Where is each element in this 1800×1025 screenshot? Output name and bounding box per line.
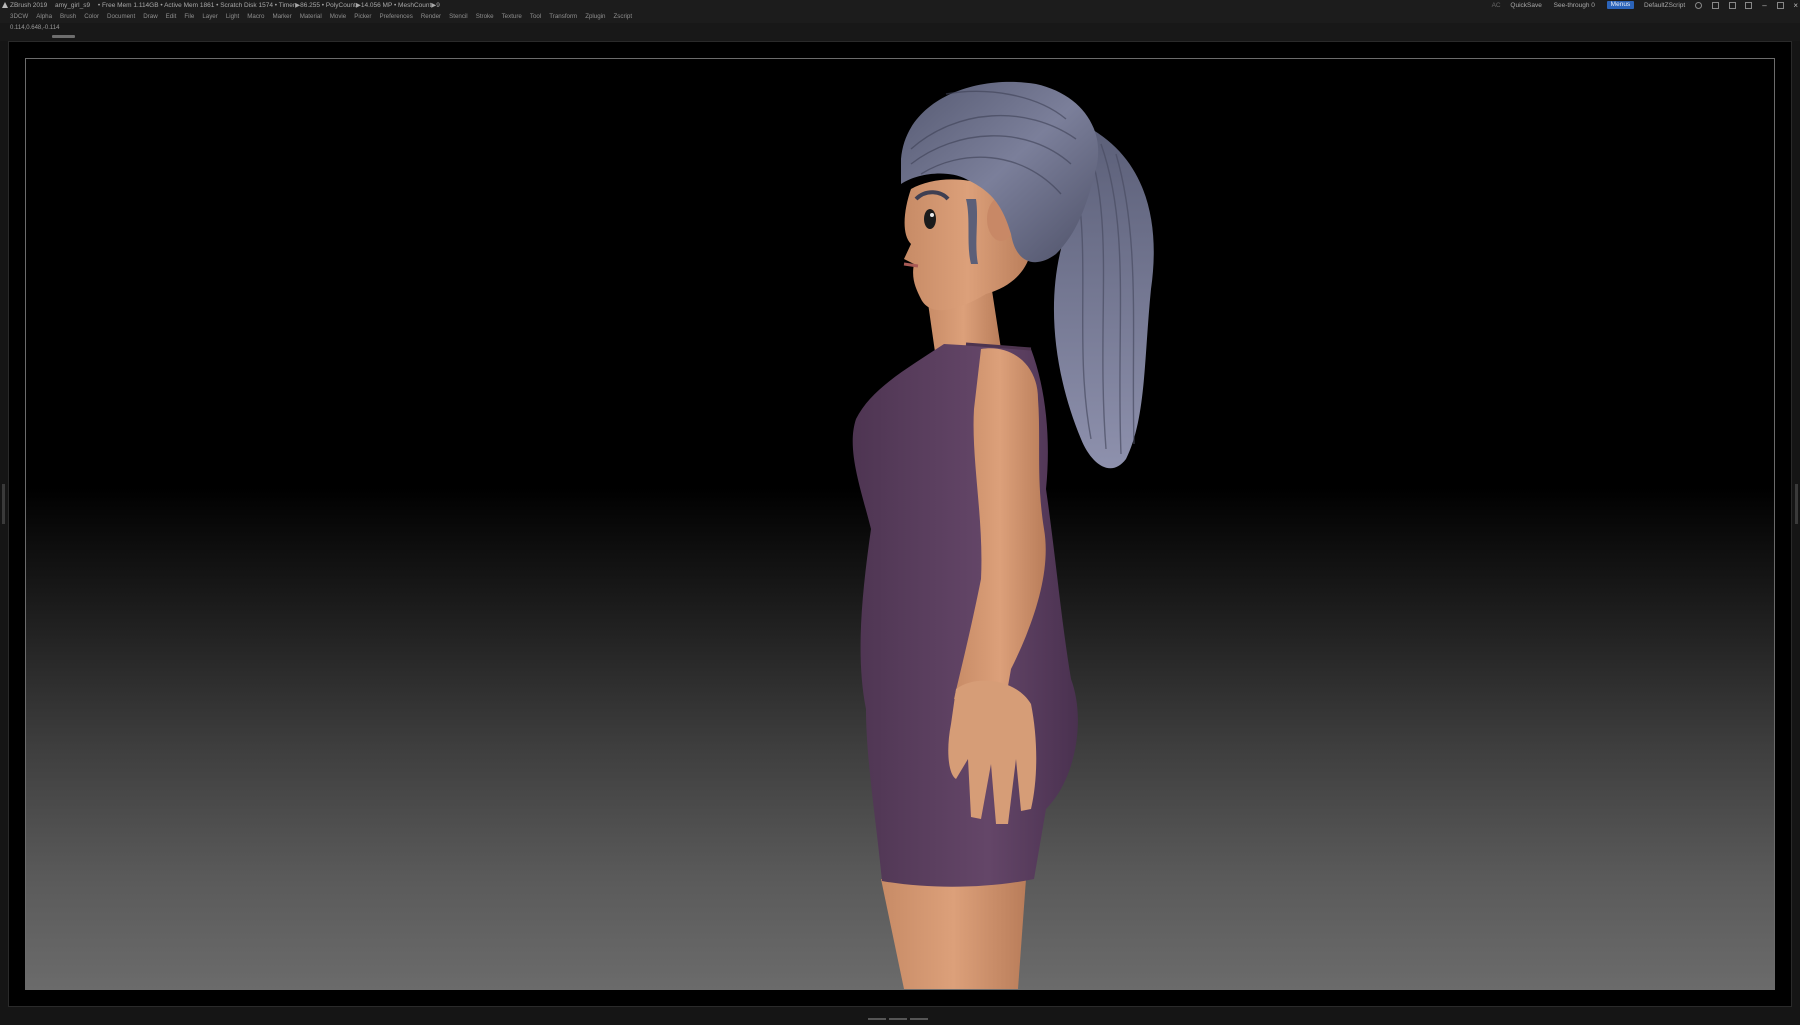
menu-picker[interactable]: Picker [354,13,371,20]
lips [903,262,919,268]
maximize-icon[interactable] [1776,2,1784,9]
menu-3dcw[interactable]: 3DCW [10,13,28,20]
menu-preferences[interactable]: Preferences [379,13,412,20]
lock-icon[interactable] [1745,2,1753,9]
eye [924,209,936,229]
bottom-tray-handle[interactable] [868,1007,932,1020]
menu-zplugin[interactable]: Zplugin [585,13,605,20]
title-bar: ZBrush 2019 amy_girl_s9 • Free Mem 1.114… [0,0,1800,11]
palette-icon[interactable] [1728,2,1736,9]
menu-macro[interactable]: Macro [247,13,264,20]
document-name: amy_girl_s9 [55,2,91,9]
app-logo: ZBrush 2019 [2,2,47,9]
menu-edit[interactable]: Edit [166,13,177,20]
menu-bar: 3DCW Alpha Brush Color Document Draw Edit File L… [0,11,1800,23]
help-icon[interactable] [1695,2,1702,9]
menu-file[interactable]: File [184,13,194,20]
menu-stencil[interactable]: Stencil [449,13,468,20]
ac-toggle[interactable]: AC [1492,0,1501,11]
right-tray-handle[interactable] [1795,484,1798,524]
left-tray-handle[interactable] [2,484,5,524]
menu-texture[interactable]: Texture [502,13,522,20]
menu-document[interactable]: Document [107,13,135,20]
document-canvas[interactable] [25,58,1775,990]
quicksave-button[interactable]: QuickSave [1510,0,1541,11]
menu-marker[interactable]: Marker [272,13,291,20]
menu-alpha[interactable]: Alpha [36,13,52,20]
menu-color[interactable]: Color [84,13,99,20]
menu-draw[interactable]: Draw [143,13,157,20]
menu-layer[interactable]: Layer [202,13,217,20]
info-strip: 0.114,0.648,-0.114 [0,23,1800,41]
menu-tool[interactable]: Tool [530,13,541,20]
legs [881,879,1026,989]
app-name: ZBrush 2019 [10,2,48,9]
menu-brush[interactable]: Brush [60,13,76,20]
menu-transform[interactable]: Transform [549,13,577,20]
dress [852,344,1078,887]
layout-icon[interactable] [1711,2,1719,9]
minimize-icon[interactable]: – [1762,0,1766,11]
cursor-coordinates: 0.114,0.648,-0.114 [10,25,60,31]
see-through-slider[interactable]: See-through 0 [1552,0,1597,11]
menu-zscript[interactable]: Zscript [614,13,633,20]
menu-light[interactable]: Light [226,13,239,20]
menu-material[interactable]: Material [300,13,322,20]
memory-stats: • Free Mem 1.114GB • Active Mem 1861 • S… [97,2,440,9]
progress-bar [52,35,75,38]
sculpt-model [852,81,1154,989]
close-icon[interactable]: × [1793,0,1798,11]
menu-movie[interactable]: Movie [330,13,347,20]
menus-button[interactable]: Menus [1606,1,1635,9]
menu-render[interactable]: Render [421,13,441,20]
default-zscript-button[interactable]: DefaultZScript [1644,0,1685,11]
menu-stroke[interactable]: Stroke [476,13,494,20]
